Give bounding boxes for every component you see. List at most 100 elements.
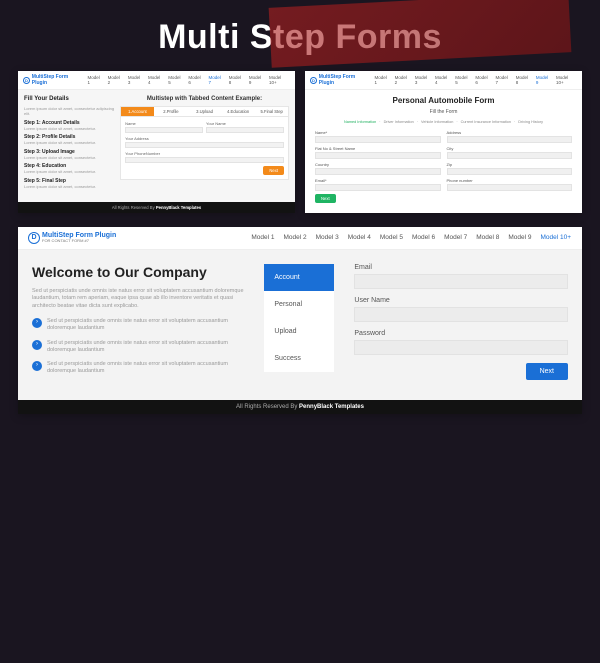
vtab-success[interactable]: Success [264, 345, 334, 372]
vtab-personal[interactable]: Personal [264, 291, 334, 318]
nav-item-active[interactable]: Model 7 [208, 74, 225, 86]
tab-named-info[interactable]: Named Information [344, 120, 376, 124]
nav-item[interactable]: Model 5 [167, 74, 184, 86]
nav-item[interactable]: Model 4 [347, 233, 372, 242]
bullet-item: ›Sed ut perspiciatis unde omnis iste nat… [32, 318, 246, 332]
vtab-account[interactable]: Account [264, 264, 334, 291]
input-zip[interactable] [447, 168, 573, 175]
tab-driver-info[interactable]: Driver Information [384, 120, 414, 124]
input-yourname[interactable] [206, 127, 284, 133]
bullet-item: ›Sed ut perspiciatis unde omnis iste nat… [32, 340, 246, 354]
input-phone[interactable] [125, 157, 284, 163]
nav-item[interactable]: Model 6 [474, 74, 491, 86]
step-item: Step 1: Account DetailsLorem ipsum dolor… [24, 120, 114, 131]
step-item: Step 5: Final StepLorem ipsum dolor sit … [24, 178, 114, 189]
tab-insurance-info[interactable]: Current Insurance Information [461, 120, 511, 124]
nav-item[interactable]: Model 3 [127, 74, 144, 86]
nav-item-active[interactable]: Model 9 [535, 74, 552, 86]
input-address[interactable] [447, 136, 573, 143]
input-email[interactable] [354, 274, 568, 289]
nav-item[interactable]: Model 10+ [555, 74, 577, 86]
input-address[interactable] [125, 142, 284, 148]
input-email[interactable] [315, 184, 441, 191]
welcome-panel: Welcome to Our Company Sed ut perspiciat… [32, 264, 246, 382]
label-address: Your Address [125, 136, 284, 141]
tab-vehicle-info[interactable]: Vehicle Information [421, 120, 453, 124]
tab-account[interactable]: 1.Account [121, 107, 154, 116]
nav-models: Model 1 Model 2 Model 3 Model 4 Model 5 … [250, 233, 572, 242]
label-country: Country [315, 162, 441, 167]
label-email: Email [354, 264, 568, 271]
nav-item[interactable]: Model 3 [315, 233, 340, 242]
nav-item[interactable]: Model 5 [379, 233, 404, 242]
brand-icon: D [310, 77, 317, 84]
nav-item[interactable]: Model 7 [443, 233, 468, 242]
bullet-item: ›Sed ut perspiciatis unde omnis iste nat… [32, 361, 246, 375]
nav-item[interactable]: Model 1 [87, 74, 104, 86]
footer: All Rights Reserved By PennyBlack Templa… [18, 202, 295, 213]
input-country[interactable] [315, 168, 441, 175]
nav-item-active[interactable]: Model 10+ [539, 233, 572, 242]
brand-logo: D MultiStep Form Plugin [310, 74, 370, 86]
step-item: Step 3: Upload ImageLorem ipsum dolor si… [24, 149, 114, 160]
input-city[interactable] [447, 152, 573, 159]
header-bar: D MultiStep Form Plugin Model 1 Model 2 … [305, 71, 582, 90]
input-phone[interactable] [447, 184, 573, 191]
label-phone: Phone number [447, 178, 573, 183]
form-tabs: 1.Account 2.Profile 3.Upload 4.Education… [120, 106, 289, 117]
nav-item[interactable]: Model 6 [187, 74, 204, 86]
nav-item[interactable]: Model 1 [250, 233, 275, 242]
tab-upload[interactable]: 3.Upload [188, 107, 221, 116]
tab-driving-history[interactable]: Driving History [518, 120, 543, 124]
welcome-heading: Welcome to Our Company [32, 264, 246, 280]
label-name: Name [125, 121, 203, 126]
label-address: Address [447, 130, 573, 135]
nav-item[interactable]: Model 1 [374, 74, 391, 86]
form-tabs: Named Information · Driver Information ·… [305, 118, 582, 126]
brand-logo: D MultiStep Form Plugin FOR CONTACT FORM… [28, 232, 116, 244]
nav-item[interactable]: Model 2 [107, 74, 124, 86]
next-button[interactable]: Next [526, 363, 568, 380]
tab-final[interactable]: 5.Final Step [255, 107, 288, 116]
nav-item[interactable]: Model 2 [282, 233, 307, 242]
footer: All Rights Reserved By PennyBlack Templa… [18, 400, 582, 414]
next-button[interactable]: Next [263, 166, 284, 175]
form-title: Personal Automobile Form [305, 90, 582, 109]
label-zip: Zip [447, 162, 573, 167]
label-username: User Name [354, 297, 568, 304]
label-phone: Your PhoneNumber [125, 151, 284, 156]
nav-item[interactable]: Model 9 [248, 74, 265, 86]
sidebar-title: Fill Your Details [24, 96, 114, 102]
brand-subtitle: FOR CONTACT FORM #7 [42, 239, 116, 243]
nav-item[interactable]: Model 3 [414, 74, 431, 86]
vertical-tabs: Account Personal Upload Success [264, 264, 334, 382]
label-email: Email* [315, 178, 441, 183]
nav-item[interactable]: Model 8 [228, 74, 245, 86]
nav-item[interactable]: Model 4 [434, 74, 451, 86]
next-button[interactable]: Next [315, 194, 336, 203]
input-password[interactable] [354, 340, 568, 355]
step-item: Step 2: Profile DetailsLorem ipsum dolor… [24, 134, 114, 145]
input-name[interactable] [125, 127, 203, 133]
input-username[interactable] [354, 307, 568, 322]
tab-profile[interactable]: 2.Profile [155, 107, 188, 116]
page-title: Multi Step Forms [0, 0, 600, 71]
nav-item[interactable]: Model 8 [475, 233, 500, 242]
nav-item[interactable]: Model 7 [495, 74, 512, 86]
nav-item[interactable]: Model 8 [515, 74, 532, 86]
brand-name: MultiStep Form Plugin [32, 74, 83, 86]
nav-item[interactable]: Model 5 [454, 74, 471, 86]
label-yourname: Your Name [206, 121, 284, 126]
nav-item[interactable]: Model 6 [411, 233, 436, 242]
brand-logo: D MultiStep Form Plugin [23, 74, 83, 86]
nav-item[interactable]: Model 4 [147, 74, 164, 86]
vtab-upload[interactable]: Upload [264, 318, 334, 345]
nav-item[interactable]: Model 2 [394, 74, 411, 86]
nav-item[interactable]: Model 9 [507, 233, 532, 242]
input-name[interactable] [315, 136, 441, 143]
nav-item[interactable]: Model 10+ [268, 74, 290, 86]
tab-education[interactable]: 4.Education [222, 107, 255, 116]
label-flat: Flat No & Street Name [315, 146, 441, 151]
header-bar: D MultiStep Form Plugin FOR CONTACT FORM… [18, 227, 582, 250]
input-flat[interactable] [315, 152, 441, 159]
